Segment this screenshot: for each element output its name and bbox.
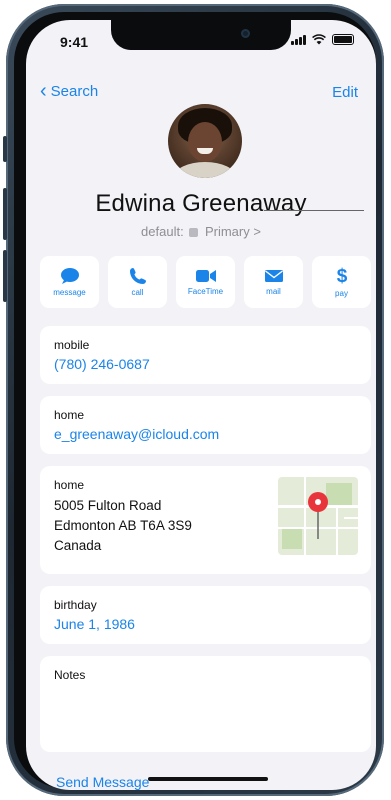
account-icon (189, 228, 199, 237)
send-message-button[interactable]: Send Message (56, 774, 149, 790)
message-icon (60, 268, 79, 284)
default-account-row[interactable]: default: Primary > (26, 224, 376, 239)
mail-button[interactable]: mail (244, 256, 303, 308)
mobile-field-card[interactable]: mobile (780) 246-0687 (40, 326, 371, 384)
message-button[interactable]: message (40, 256, 99, 308)
birthday-field-label: birthday (54, 598, 97, 612)
mail-icon (264, 270, 283, 282)
birthday-field-value: June 1, 1986 (54, 616, 135, 632)
birthday-field-card[interactable]: birthday June 1, 1986 (40, 586, 371, 644)
video-icon (195, 270, 216, 282)
notch (111, 20, 291, 50)
chevron-right-icon: > (253, 224, 261, 239)
address-line-1: 5005 Fulton Road (54, 498, 162, 513)
facetime-label: FaceTime (187, 287, 224, 296)
front-camera (241, 29, 250, 38)
pay-button[interactable]: $ pay (312, 256, 371, 308)
notes-field-label: Notes (54, 668, 86, 682)
notes-field-card[interactable]: Notes (40, 656, 371, 752)
avatar[interactable] (168, 104, 242, 178)
dollar-icon: $ (336, 266, 347, 286)
address-line-2: Edmonton AB T6A 3S9 (54, 518, 192, 533)
map-pin-icon (308, 492, 328, 539)
call-label: call (131, 288, 144, 297)
contact-name: Edwina Greenaway (95, 190, 307, 217)
edit-button[interactable]: Edit (332, 84, 358, 101)
home-indicator[interactable] (148, 777, 268, 781)
screen: 9:41 ‹ Search Edit Edwina Greenaway defa… (26, 20, 376, 790)
phone-icon (129, 268, 146, 284)
default-value: Primary (204, 224, 250, 239)
facetime-button[interactable]: FaceTime (176, 256, 235, 308)
mobile-field-label: mobile (54, 338, 90, 352)
callout-line (264, 210, 364, 211)
action-bar: message call FaceTime mail $ pay (40, 256, 371, 308)
volume-down-button (3, 250, 7, 302)
svg-text:$: $ (336, 266, 347, 286)
silent-switch (3, 136, 7, 162)
call-button[interactable]: call (108, 256, 167, 308)
battery-icon (332, 34, 354, 45)
mail-label: mail (266, 287, 281, 296)
message-label: message (53, 288, 86, 297)
email-field-value[interactable]: e_greenaway@icloud.com (54, 426, 219, 442)
pay-label: pay (335, 289, 348, 298)
email-field-label: home (54, 408, 85, 422)
address-field-label: home (54, 478, 85, 492)
status-icons (291, 34, 354, 45)
back-label: Search (50, 83, 99, 100)
address-line-3: Canada (54, 538, 102, 553)
default-prefix: default: (141, 224, 184, 239)
volume-up-button (3, 188, 7, 240)
email-field-card[interactable]: home e_greenaway@icloud.com (40, 396, 371, 454)
back-button[interactable]: ‹ Search (40, 79, 99, 102)
status-time: 9:41 (60, 34, 89, 50)
address-value: 5005 Fulton Road Edmonton AB T6A 3S9 Can… (54, 496, 192, 556)
cellular-signal-icon (291, 34, 306, 45)
mobile-field-value[interactable]: (780) 246-0687 (54, 356, 150, 372)
address-field-card[interactable]: home 5005 Fulton Road Edmonton AB T6A 3S… (40, 466, 371, 574)
map-thumbnail[interactable] (278, 477, 358, 555)
wifi-icon (312, 34, 326, 45)
phone-frame: 9:41 ‹ Search Edit Edwina Greenaway defa… (3, 4, 384, 796)
chevron-left-icon: ‹ (40, 79, 47, 102)
